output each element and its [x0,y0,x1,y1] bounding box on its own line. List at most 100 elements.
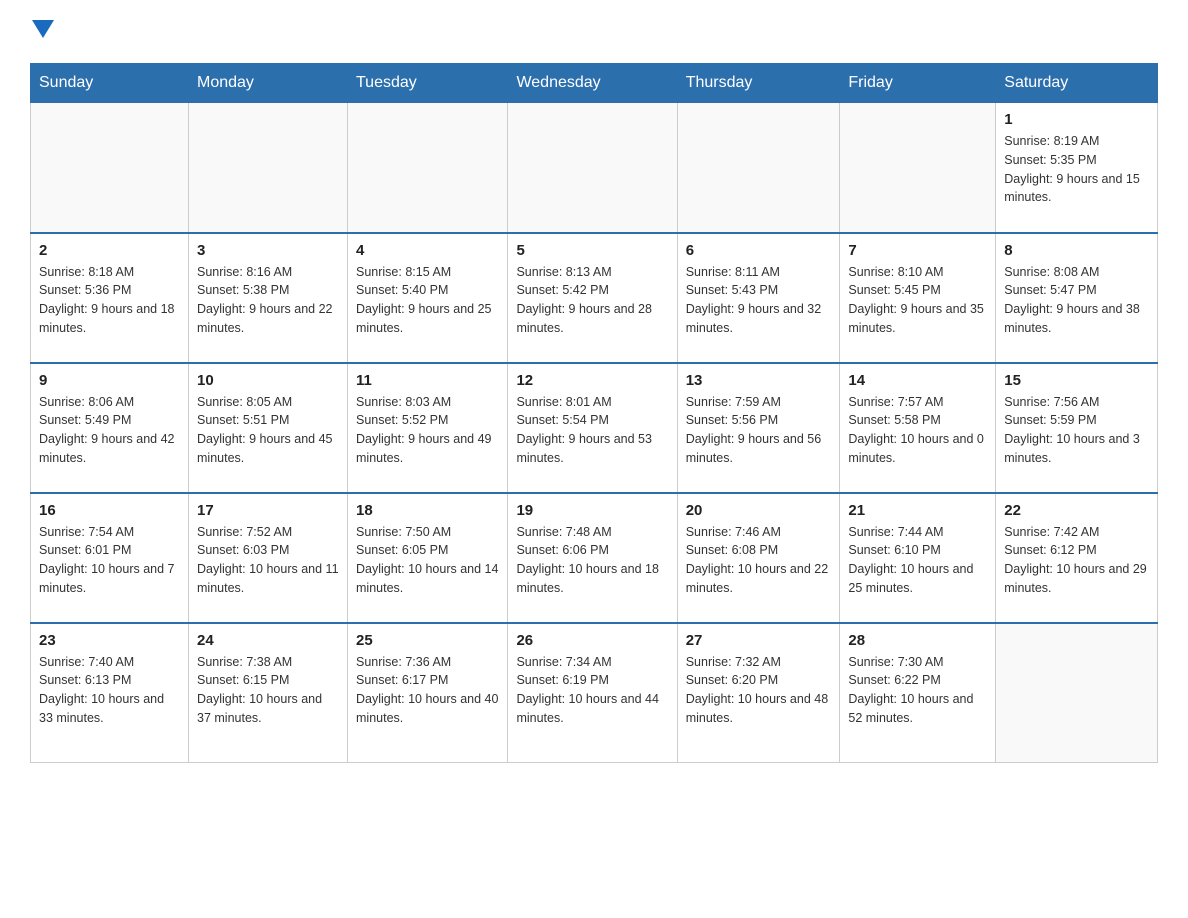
col-wednesday: Wednesday [508,64,677,103]
calendar-day-cell: 27 Sunrise: 7:32 AMSunset: 6:20 PMDayligh… [677,623,840,763]
calendar-day-cell: 14 Sunrise: 7:57 AMSunset: 5:58 PMDayligh… [840,363,996,493]
calendar-day-cell: 18 Sunrise: 7:50 AMSunset: 6:05 PMDayligh… [348,493,508,623]
day-number: 26 [516,632,668,649]
day-info: Sunrise: 8:16 AMSunset: 5:38 PMDaylight:… [197,263,339,338]
day-number: 27 [686,632,832,649]
calendar-week-row: 16 Sunrise: 7:54 AMSunset: 6:01 PMDayligh… [31,493,1158,623]
day-number: 5 [516,242,668,259]
calendar-day-cell: 17 Sunrise: 7:52 AMSunset: 6:03 PMDayligh… [189,493,348,623]
day-number: 4 [356,242,499,259]
calendar-day-cell: 26 Sunrise: 7:34 AMSunset: 6:19 PMDayligh… [508,623,677,763]
day-info: Sunrise: 8:01 AMSunset: 5:54 PMDaylight:… [516,393,668,468]
col-sunday: Sunday [31,64,189,103]
day-number: 24 [197,632,339,649]
day-number: 16 [39,502,180,519]
day-info: Sunrise: 8:06 AMSunset: 5:49 PMDaylight:… [39,393,180,468]
col-thursday: Thursday [677,64,840,103]
day-info: Sunrise: 7:36 AMSunset: 6:17 PMDaylight:… [356,653,499,728]
calendar-week-row: 1 Sunrise: 8:19 AMSunset: 5:35 PMDaylight… [31,103,1158,233]
day-number: 13 [686,372,832,389]
calendar-day-cell: 25 Sunrise: 7:36 AMSunset: 6:17 PMDayligh… [348,623,508,763]
day-number: 6 [686,242,832,259]
calendar-day-cell: 19 Sunrise: 7:48 AMSunset: 6:06 PMDayligh… [508,493,677,623]
day-info: Sunrise: 7:44 AMSunset: 6:10 PMDaylight:… [848,523,987,598]
day-info: Sunrise: 7:40 AMSunset: 6:13 PMDaylight:… [39,653,180,728]
calendar-day-cell: 15 Sunrise: 7:56 AMSunset: 5:59 PMDayligh… [996,363,1158,493]
day-info: Sunrise: 8:03 AMSunset: 5:52 PMDaylight:… [356,393,499,468]
calendar-day-cell: 24 Sunrise: 7:38 AMSunset: 6:15 PMDayligh… [189,623,348,763]
calendar-week-row: 23 Sunrise: 7:40 AMSunset: 6:13 PMDayligh… [31,623,1158,763]
day-number: 23 [39,632,180,649]
day-info: Sunrise: 7:50 AMSunset: 6:05 PMDaylight:… [356,523,499,598]
col-tuesday: Tuesday [348,64,508,103]
day-info: Sunrise: 8:08 AMSunset: 5:47 PMDaylight:… [1004,263,1149,338]
day-info: Sunrise: 7:34 AMSunset: 6:19 PMDaylight:… [516,653,668,728]
page-header [30,20,1158,43]
calendar-day-cell: 4 Sunrise: 8:15 AMSunset: 5:40 PMDaylight… [348,233,508,363]
day-info: Sunrise: 7:46 AMSunset: 6:08 PMDaylight:… [686,523,832,598]
calendar-day-cell: 21 Sunrise: 7:44 AMSunset: 6:10 PMDayligh… [840,493,996,623]
calendar-day-cell [677,103,840,233]
day-info: Sunrise: 8:10 AMSunset: 5:45 PMDaylight:… [848,263,987,338]
day-number: 10 [197,372,339,389]
logo-wrapper [30,20,54,43]
calendar-day-cell: 6Sunrise: 8:11 AMSunset: 5:43 PMDaylight… [677,233,840,363]
calendar-table: Sunday Monday Tuesday Wednesday Thursday… [30,63,1158,763]
logo-top [30,20,54,43]
day-number: 17 [197,502,339,519]
day-number: 21 [848,502,987,519]
calendar-week-row: 2 Sunrise: 8:18 AMSunset: 5:36 PMDaylight… [31,233,1158,363]
calendar-day-cell: 7 Sunrise: 8:10 AMSunset: 5:45 PMDaylight… [840,233,996,363]
day-number: 7 [848,242,987,259]
day-info: Sunrise: 7:32 AMSunset: 6:20 PMDaylight:… [686,653,832,728]
day-info: Sunrise: 8:19 AMSunset: 5:35 PMDaylight:… [1004,132,1149,207]
header-row: Sunday Monday Tuesday Wednesday Thursday… [31,64,1158,103]
calendar-day-cell: 28Sunrise: 7:30 AMSunset: 6:22 PMDayligh… [840,623,996,763]
calendar-day-cell: 22 Sunrise: 7:42 AMSunset: 6:12 PMDayligh… [996,493,1158,623]
calendar-day-cell [189,103,348,233]
calendar-day-cell: 1 Sunrise: 8:19 AMSunset: 5:35 PMDaylight… [996,103,1158,233]
day-number: 22 [1004,502,1149,519]
day-number: 20 [686,502,832,519]
calendar-day-cell: 9 Sunrise: 8:06 AMSunset: 5:49 PMDaylight… [31,363,189,493]
calendar-day-cell: 13 Sunrise: 7:59 AMSunset: 5:56 PMDayligh… [677,363,840,493]
calendar-day-cell: 3Sunrise: 8:16 AMSunset: 5:38 PMDaylight… [189,233,348,363]
calendar-day-cell: 16 Sunrise: 7:54 AMSunset: 6:01 PMDayligh… [31,493,189,623]
day-number: 14 [848,372,987,389]
day-number: 11 [356,372,499,389]
day-number: 18 [356,502,499,519]
calendar-body: 1 Sunrise: 8:19 AMSunset: 5:35 PMDaylight… [31,103,1158,763]
day-info: Sunrise: 7:57 AMSunset: 5:58 PMDaylight:… [848,393,987,468]
logo [30,20,54,43]
day-info: Sunrise: 7:38 AMSunset: 6:15 PMDaylight:… [197,653,339,728]
col-saturday: Saturday [996,64,1158,103]
calendar-day-cell: 10 Sunrise: 8:05 AMSunset: 5:51 PMDayligh… [189,363,348,493]
day-info: Sunrise: 7:48 AMSunset: 6:06 PMDaylight:… [516,523,668,598]
calendar-day-cell [840,103,996,233]
col-friday: Friday [840,64,996,103]
calendar-day-cell: 12 Sunrise: 8:01 AMSunset: 5:54 PMDayligh… [508,363,677,493]
day-number: 15 [1004,372,1149,389]
calendar-day-cell: 23 Sunrise: 7:40 AMSunset: 6:13 PMDayligh… [31,623,189,763]
day-info: Sunrise: 7:56 AMSunset: 5:59 PMDaylight:… [1004,393,1149,468]
day-info: Sunrise: 7:52 AMSunset: 6:03 PMDaylight:… [197,523,339,598]
calendar-week-row: 9 Sunrise: 8:06 AMSunset: 5:49 PMDaylight… [31,363,1158,493]
day-number: 19 [516,502,668,519]
day-info: Sunrise: 7:42 AMSunset: 6:12 PMDaylight:… [1004,523,1149,598]
calendar-day-cell [31,103,189,233]
day-number: 25 [356,632,499,649]
calendar-header: Sunday Monday Tuesday Wednesday Thursday… [31,64,1158,103]
day-number: 12 [516,372,668,389]
day-info: Sunrise: 8:18 AMSunset: 5:36 PMDaylight:… [39,263,180,338]
calendar-day-cell [996,623,1158,763]
logo-triangle-icon [32,20,54,38]
day-number: 9 [39,372,180,389]
day-info: Sunrise: 8:13 AMSunset: 5:42 PMDaylight:… [516,263,668,338]
day-info: Sunrise: 8:15 AMSunset: 5:40 PMDaylight:… [356,263,499,338]
day-info: Sunrise: 7:59 AMSunset: 5:56 PMDaylight:… [686,393,832,468]
day-number: 1 [1004,111,1149,128]
day-info: Sunrise: 8:05 AMSunset: 5:51 PMDaylight:… [197,393,339,468]
day-info: Sunrise: 7:54 AMSunset: 6:01 PMDaylight:… [39,523,180,598]
calendar-day-cell [508,103,677,233]
day-number: 2 [39,242,180,259]
